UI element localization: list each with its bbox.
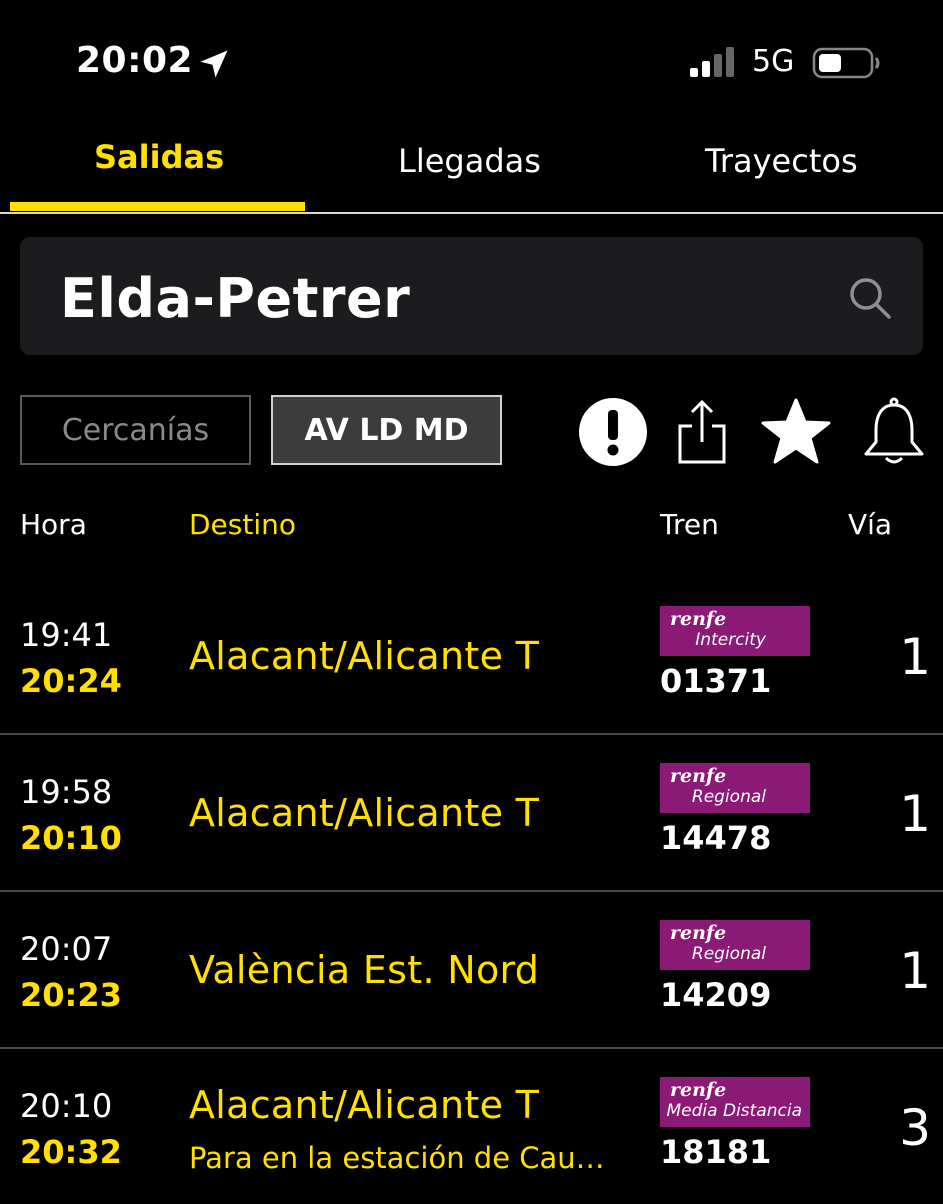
column-header-via: Vía [848, 508, 893, 541]
scheduled-time: 19:58 [20, 773, 113, 811]
platform: 1 [899, 785, 931, 843]
network-label: 5G [752, 44, 795, 79]
operator-badge: renfe Intercity [660, 606, 810, 656]
operator-brand: renfe [670, 765, 727, 787]
scheduled-time: 19:41 [20, 616, 113, 654]
train-number: 14209 [660, 976, 772, 1014]
departures-list: 19:41 20:24 Alacant/Alicante T renfe Int… [0, 578, 943, 1204]
service-type: Media Distancia [666, 1101, 802, 1121]
column-header-destino[interactable]: Destino [189, 508, 296, 541]
location-arrow-icon [200, 50, 228, 78]
status-bar: 20:02 5G [0, 0, 943, 120]
platform: 3 [899, 1099, 931, 1157]
tab-bar: Salidas Llegadas Trayectos [0, 120, 943, 214]
bell-icon[interactable] [858, 396, 930, 468]
train-number: 18181 [660, 1133, 772, 1171]
departure-row[interactable]: 20:10 20:32 Alacant/Alicante T Para en l… [0, 1049, 943, 1204]
destination: Alacant/Alicante T [189, 791, 540, 835]
signal-icon [690, 47, 734, 77]
destination: València Est. Nord [189, 948, 540, 992]
scheduled-time: 20:07 [20, 930, 113, 968]
tab-llegadas[interactable]: Llegadas [398, 142, 541, 180]
star-icon[interactable] [760, 396, 832, 468]
platform: 1 [899, 942, 931, 1000]
active-tab-indicator [10, 202, 305, 211]
tab-divider [0, 212, 943, 214]
station-search[interactable]: Elda-Petrer [20, 237, 923, 355]
estimated-time: 20:32 [20, 1133, 122, 1171]
departure-row[interactable]: 19:58 20:10 Alacant/Alicante T renfe Reg… [0, 735, 943, 892]
operator-brand: renfe [670, 608, 727, 630]
operator-brand: renfe [670, 1079, 727, 1101]
estimated-time: 20:23 [20, 976, 122, 1014]
departure-row[interactable]: 20:07 20:23 València Est. Nord renfe Reg… [0, 892, 943, 1049]
operator-brand: renfe [670, 922, 727, 944]
service-type: Regional [691, 944, 766, 964]
stop-note: Para en la estación de Cau… [189, 1141, 605, 1175]
share-icon[interactable] [666, 396, 738, 468]
destination: Alacant/Alicante T [189, 634, 540, 678]
train-number: 01371 [660, 662, 772, 700]
tab-trayectos[interactable]: Trayectos [705, 142, 858, 180]
tab-salidas[interactable]: Salidas [94, 138, 224, 176]
status-time: 20:02 [76, 40, 194, 81]
operator-badge: renfe Media Distancia [660, 1077, 810, 1127]
search-icon[interactable] [847, 275, 893, 321]
train-number: 14478 [660, 819, 772, 857]
departure-row[interactable]: 19:41 20:24 Alacant/Alicante T renfe Int… [0, 578, 943, 735]
platform: 1 [899, 628, 931, 686]
column-header-tren: Tren [660, 508, 719, 541]
service-type: Intercity [695, 630, 766, 650]
operator-badge: renfe Regional [660, 763, 810, 813]
scheduled-time: 20:10 [20, 1087, 113, 1125]
alert-icon[interactable] [577, 396, 649, 468]
destination: Alacant/Alicante T [189, 1083, 540, 1127]
station-search-value[interactable]: Elda-Petrer [60, 267, 410, 330]
battery-icon [812, 47, 880, 79]
filter-av-ld-md-button[interactable]: AV LD MD [271, 395, 502, 465]
estimated-time: 20:10 [20, 819, 122, 857]
estimated-time: 20:24 [20, 662, 122, 700]
operator-badge: renfe Regional [660, 920, 810, 970]
column-header-hora: Hora [20, 508, 87, 541]
service-type: Regional [691, 787, 766, 807]
filter-cercanias-button[interactable]: Cercanías [20, 395, 251, 465]
